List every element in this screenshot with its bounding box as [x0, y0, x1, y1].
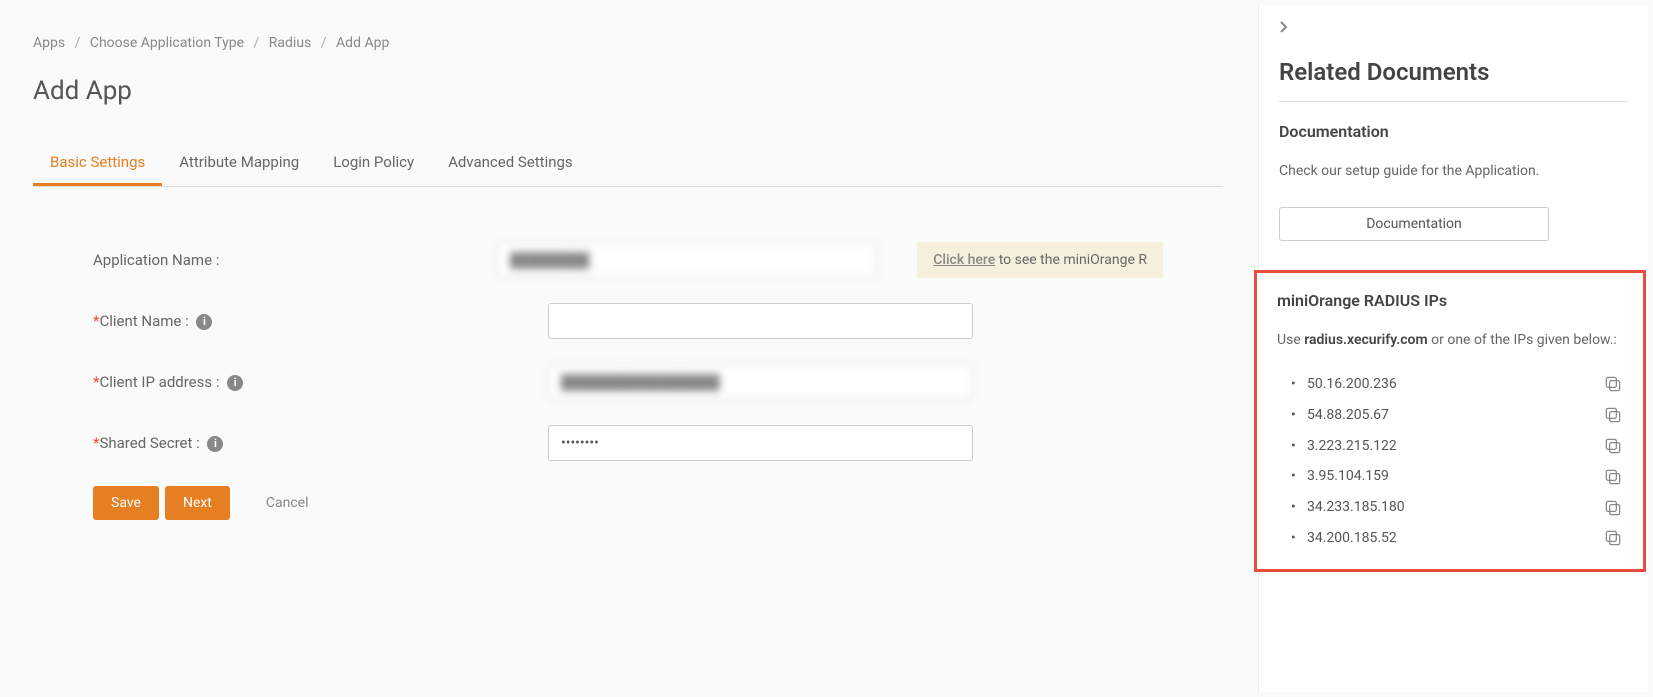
- ip-value: 54.88.205.67: [1307, 400, 1389, 431]
- click-here-link[interactable]: Click here: [933, 252, 995, 268]
- click-here-text: to see the miniOrange R: [995, 252, 1147, 268]
- shared-secret-label: *Shared Secret : i: [93, 434, 548, 452]
- ip-list: 50.16.200.236 54.88.205.67 3.223.215.122…: [1277, 369, 1623, 554]
- application-name-input[interactable]: [497, 242, 877, 278]
- copy-icon[interactable]: [1603, 436, 1623, 456]
- info-icon[interactable]: i: [207, 436, 223, 452]
- ip-list-item: 3.95.104.159: [1307, 461, 1623, 492]
- ip-value: 34.200.185.52: [1307, 523, 1397, 554]
- ip-list-item: 34.200.185.52: [1307, 523, 1623, 554]
- breadcrumb-separator: /: [75, 35, 81, 51]
- tab-attribute-mapping[interactable]: Attribute Mapping: [162, 141, 316, 186]
- breadcrumb-current: Add App: [336, 35, 389, 51]
- client-name-label-text: Client Name :: [99, 312, 188, 330]
- copy-icon[interactable]: [1603, 528, 1623, 548]
- copy-icon[interactable]: [1603, 467, 1623, 487]
- save-button[interactable]: Save: [93, 486, 159, 520]
- shared-secret-input[interactable]: [548, 425, 973, 461]
- info-icon[interactable]: i: [227, 375, 243, 391]
- ip-value: 34.233.185.180: [1307, 492, 1405, 523]
- ip-value: 50.16.200.236: [1307, 369, 1397, 400]
- ip-value: 3.223.215.122: [1307, 431, 1397, 462]
- ips-domain: radius.xecurify.com: [1304, 332, 1427, 348]
- tab-advanced-settings[interactable]: Advanced Settings: [431, 141, 590, 186]
- ip-list-item: 3.223.215.122: [1307, 431, 1623, 462]
- documentation-button[interactable]: Documentation: [1279, 207, 1549, 241]
- tabs: Basic Settings Attribute Mapping Login P…: [33, 141, 1223, 187]
- copy-icon[interactable]: [1603, 405, 1623, 425]
- info-icon[interactable]: i: [196, 314, 212, 330]
- breadcrumb-radius[interactable]: Radius: [269, 35, 312, 51]
- ips-suffix-text: or one of the IPs given below.:: [1428, 332, 1617, 348]
- radius-ips-text: Use radius.xecurify.com or one of the IP…: [1277, 330, 1623, 351]
- panel-title: Related Documents: [1279, 58, 1628, 102]
- breadcrumb-apps[interactable]: Apps: [33, 35, 65, 51]
- panel-toggle-chevron[interactable]: [1279, 20, 1628, 38]
- client-ip-input[interactable]: [548, 364, 973, 400]
- radius-ips-title: miniOrange RADIUS IPs: [1277, 291, 1623, 310]
- page-title: Add App: [33, 76, 1223, 106]
- documentation-text: Check our setup guide for the Applicatio…: [1279, 161, 1628, 182]
- breadcrumb-separator: /: [321, 35, 327, 51]
- ip-value: 3.95.104.159: [1307, 461, 1389, 492]
- shared-secret-label-text: Shared Secret :: [99, 434, 199, 452]
- ip-list-item: 50.16.200.236: [1307, 369, 1623, 400]
- next-button[interactable]: Next: [165, 486, 230, 520]
- breadcrumb: Apps / Choose Application Type / Radius …: [33, 35, 1223, 51]
- breadcrumb-choose-type[interactable]: Choose Application Type: [90, 35, 244, 51]
- copy-icon[interactable]: [1603, 498, 1623, 518]
- ip-list-item: 54.88.205.67: [1307, 400, 1623, 431]
- copy-icon[interactable]: [1603, 374, 1623, 394]
- tab-login-policy[interactable]: Login Policy: [316, 141, 431, 186]
- client-ip-label-text: Client IP address :: [99, 373, 219, 391]
- cancel-button[interactable]: Cancel: [248, 486, 327, 520]
- ip-list-item: 34.233.185.180: [1307, 492, 1623, 523]
- click-here-notice: Click here to see the miniOrange R: [917, 242, 1163, 278]
- radius-ips-box: miniOrange RADIUS IPs Use radius.xecurif…: [1254, 270, 1646, 572]
- client-name-input[interactable]: [548, 303, 973, 339]
- tab-basic-settings[interactable]: Basic Settings: [33, 141, 162, 186]
- breadcrumb-separator: /: [254, 35, 260, 51]
- documentation-heading: Documentation: [1279, 122, 1628, 141]
- client-ip-label: *Client IP address : i: [93, 373, 548, 391]
- client-name-label: *Client Name : i: [93, 312, 548, 330]
- application-name-label: Application Name :: [93, 251, 497, 269]
- chevron-right-icon: [1279, 20, 1289, 34]
- ips-use-text: Use: [1277, 332, 1304, 348]
